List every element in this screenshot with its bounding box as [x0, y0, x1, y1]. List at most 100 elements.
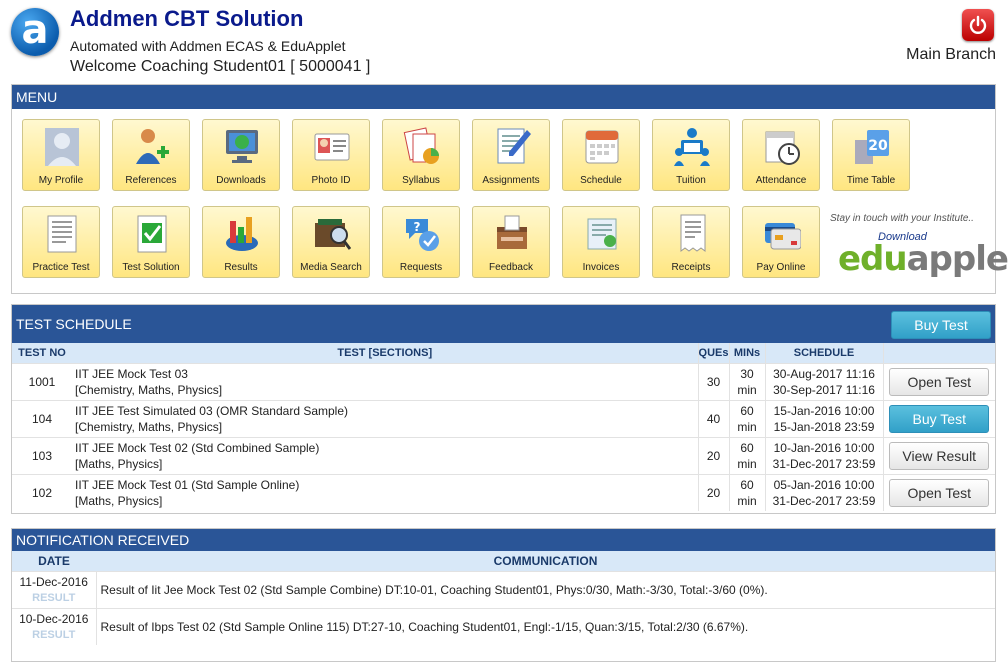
- open-test-button[interactable]: Open Test: [889, 478, 990, 507]
- menu-tile-syllabus[interactable]: Syllabus: [382, 119, 460, 191]
- menu-tile-results[interactable]: Results: [202, 206, 280, 278]
- test-column-header: [882, 343, 995, 363]
- menu-tile-label: References: [125, 175, 177, 186]
- test-column-header: SCHEDULE: [764, 343, 883, 363]
- menu-tile-references[interactable]: References: [112, 119, 190, 191]
- notification-message: Result of Ibps Test 02 (Std Sample Onlin…: [95, 607, 995, 645]
- test-column-header: TEST [SECTIONS]: [72, 343, 699, 363]
- menu-tile-label: Downloads: [216, 175, 266, 186]
- notification-date-cell: 11-Dec-2016 RESULT: [12, 570, 96, 608]
- buy-test-button[interactable]: Buy Test: [889, 404, 990, 433]
- test-duration-cell: 60 min: [728, 473, 765, 511]
- test-row: 102 IIT JEE Mock Test 01 (Std Sample Onli…: [12, 473, 995, 511]
- test-question-count: 30: [697, 362, 729, 400]
- view-result-button[interactable]: View Result: [889, 441, 990, 470]
- menu-tile-attendance[interactable]: Attendance: [742, 119, 820, 191]
- menu-tile-my-profile[interactable]: My Profile: [22, 119, 100, 191]
- menu-tile-feedback[interactable]: Feedback: [472, 206, 550, 278]
- test-duration-unit: min: [737, 382, 757, 397]
- notification-type: RESULT: [32, 591, 76, 604]
- menu-tile-receipts[interactable]: Receipts: [652, 206, 730, 278]
- notification-heading: NOTIFICATION RECEIVED: [12, 529, 995, 551]
- tuition-icon: [673, 126, 711, 168]
- test-action-cell: Open Test: [882, 473, 995, 511]
- test-name: IIT JEE Mock Test 01 (Std Sample Online): [75, 477, 300, 492]
- menu-tile-requests[interactable]: ? Requests: [382, 206, 460, 278]
- test-name: IIT JEE Test Simulated 03 (OMR Standard …: [75, 403, 349, 418]
- notification-type: RESULT: [32, 628, 76, 641]
- app-title: Addmen CBT Solution: [70, 6, 304, 31]
- test-schedule-cell: 10-Jan-2016 10:00 31-Dec-2017 23:59: [764, 436, 883, 474]
- menu-tile-schedule[interactable]: Schedule: [562, 119, 640, 191]
- menu-tile-label: Practice Test: [32, 262, 90, 273]
- test-number: 104: [12, 399, 72, 437]
- menu-tile-practice-test[interactable]: Practice Test: [22, 206, 100, 278]
- menu-tile-pay-online[interactable]: Pay Online: [742, 206, 820, 278]
- menu-tile-label: Receipts: [671, 262, 711, 273]
- test-schedule-cell: 05-Jan-2016 10:00 31-Dec-2017 23:59: [764, 473, 883, 511]
- menu-tile-label: Assignments: [482, 175, 540, 186]
- results-icon: [223, 213, 261, 255]
- menu-tile-label: Requests: [399, 262, 443, 273]
- menu-tile-label: Time Table: [846, 175, 896, 186]
- test-schedule-cell: 30-Aug-2017 11:16 30-Sep-2017 11:16: [764, 362, 883, 400]
- test-duration: 60: [740, 403, 754, 418]
- menu-tile-photo-id[interactable]: Photo ID: [292, 119, 370, 191]
- notification-row: 11-Dec-2016 RESULT Result of Iit Jee Mock …: [12, 570, 995, 608]
- test-duration: 60: [740, 477, 754, 492]
- open-test-button[interactable]: Open Test: [889, 367, 990, 396]
- test-table: TEST NO TEST [SECTIONS] QUEs MINs SCHEDULE 1…: [12, 343, 995, 511]
- eduapplet-logo: eduapplet: [838, 239, 1008, 279]
- test-sections: [Maths, Physics]: [75, 493, 163, 508]
- menu-tile-label: Pay Online: [756, 262, 806, 273]
- notification-column-header: COMMUNICATION: [96, 551, 995, 571]
- test-start-time: 15-Jan-2016 10:00: [773, 403, 875, 418]
- test-column-header: TEST NO: [12, 343, 72, 363]
- header: a Addmen CBT Solution Automated with Add…: [0, 0, 1008, 80]
- menu-tile-downloads[interactable]: Downloads: [202, 119, 280, 191]
- test-end-time: 31-Dec-2017 23:59: [772, 456, 876, 471]
- test-duration-cell: 60 min: [728, 436, 765, 474]
- notification-date: 11-Dec-2016: [19, 574, 88, 589]
- test-row: 1001 IIT JEE Mock Test 03 [Chemistry, Math…: [12, 362, 995, 400]
- test-question-count: 20: [697, 436, 729, 474]
- menu-tile-invoices[interactable]: Invoices: [562, 206, 640, 278]
- menu-tile-label: My Profile: [38, 175, 84, 186]
- test-end-time: 31-Dec-2017 23:59: [772, 493, 876, 508]
- references-icon: [133, 126, 171, 168]
- menu-panel: MENU My Profile References Downloads Photo …: [11, 84, 1008, 294]
- menu-tile-test-solution[interactable]: Test Solution: [112, 206, 190, 278]
- notification-table: DATE COMMUNICATION 11-Dec-2016 RESULT Resul…: [12, 551, 995, 645]
- menu-tile-time-table[interactable]: 20 Time Table: [832, 119, 910, 191]
- profile-icon: [43, 126, 81, 168]
- menu-tile-tuition[interactable]: Tuition: [652, 119, 730, 191]
- photo-id-icon: [313, 126, 351, 168]
- test-duration: 30: [740, 366, 754, 381]
- test-sections: [Chemistry, Maths, Physics]: [75, 382, 223, 397]
- menu-heading: MENU: [12, 85, 995, 109]
- menu-tile-assignments[interactable]: Assignments: [472, 119, 550, 191]
- test-row: 104 IIT JEE Test Simulated 03 (OMR Standa…: [12, 399, 995, 437]
- branch-name: Main Branch: [906, 46, 996, 63]
- promo-tagline: Stay in touch with your Institute..: [830, 213, 974, 224]
- menu-tile-label: Tuition: [676, 175, 706, 186]
- menu-tile-label: Syllabus: [402, 175, 440, 186]
- test-name-cell: IIT JEE Mock Test 01 (Std Sample Online)…: [72, 473, 699, 511]
- pay-online-icon: [763, 213, 802, 255]
- menu-tile-media-search[interactable]: Media Search: [292, 206, 370, 278]
- addmen-logo: a: [11, 8, 59, 56]
- notification-date-cell: 10-Dec-2016 RESULT: [12, 607, 96, 645]
- test-start-time: 30-Aug-2017 11:16: [773, 366, 875, 381]
- power-icon[interactable]: [962, 9, 994, 41]
- eduapplet-promo[interactable]: Stay in touch with your Institute.. Down…: [830, 209, 1008, 279]
- test-question-count: 20: [697, 473, 729, 511]
- test-end-time: 15-Jan-2018 23:59: [773, 419, 875, 434]
- notification-message: Result of Iit Jee Mock Test 02 (Std Samp…: [95, 570, 995, 608]
- buy-test-button[interactable]: Buy Test: [891, 311, 991, 339]
- menu-tile-label: Attendance: [755, 175, 807, 186]
- attendance-icon: [763, 126, 801, 168]
- test-solution-icon: [133, 213, 171, 255]
- test-schedule-panel: TEST SCHEDULE Buy Test TEST NO TEST [SECT…: [11, 304, 996, 514]
- test-number: 1001: [12, 362, 72, 400]
- test-duration-unit: min: [737, 456, 757, 471]
